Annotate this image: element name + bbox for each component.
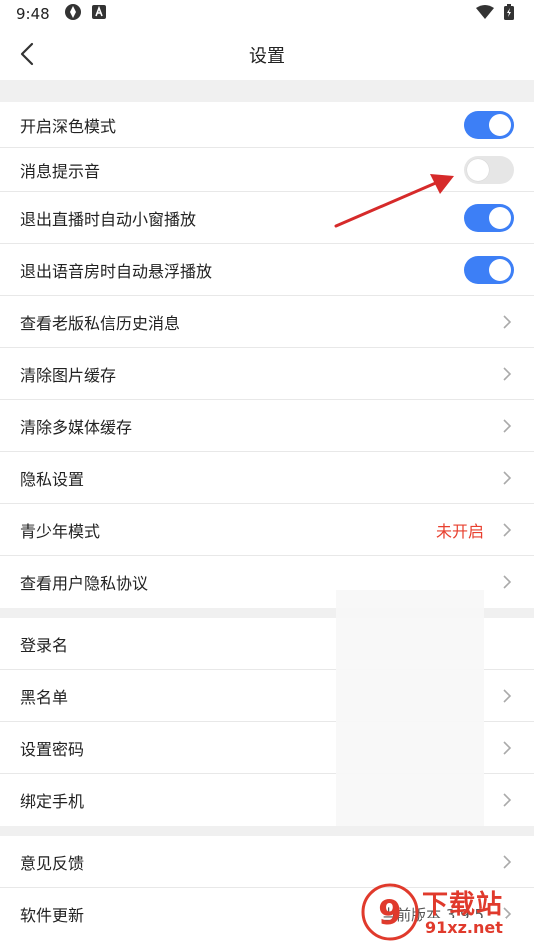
chevron-right-icon: [503, 419, 512, 433]
setting-row-privacy[interactable]: 隐私设置: [0, 452, 534, 504]
setting-label: 查看老版私信历史消息: [20, 314, 181, 333]
watermark-logo-icon: 9: [361, 883, 419, 941]
chevron-right-icon: [503, 741, 512, 755]
setting-row-voice-float[interactable]: 退出语音房时自动悬浮播放: [0, 244, 534, 296]
setting-row-old-messages[interactable]: 查看老版私信历史消息: [0, 296, 534, 348]
setting-label: 意见反馈: [20, 854, 85, 873]
status-bar: 9:48: [0, 0, 534, 28]
setting-row-feedback[interactable]: 意见反馈: [0, 836, 534, 888]
setting-row-clear-image-cache[interactable]: 清除图片缓存: [0, 348, 534, 400]
battery-icon: [504, 4, 514, 24]
setting-label: 软件更新: [20, 906, 85, 925]
setting-row-dark-mode[interactable]: 开启深色模式: [0, 102, 534, 148]
chevron-right-icon: [503, 689, 512, 703]
teen-mode-status: 未开启: [435, 522, 484, 541]
live-mini-window-toggle[interactable]: [464, 204, 514, 232]
chevron-right-icon: [503, 575, 512, 589]
setting-label: 开启深色模式: [20, 117, 117, 136]
watermark: 9 下载站 91xz.net: [360, 882, 530, 946]
nav-bar: 设置: [0, 28, 534, 80]
chevron-right-icon: [503, 855, 512, 869]
annotation-arrow-icon: [334, 174, 454, 228]
setting-label: 退出语音房时自动悬浮播放: [20, 262, 213, 281]
wifi-icon: [476, 5, 494, 23]
status-time: 9:48: [16, 5, 50, 23]
chevron-right-icon: [503, 367, 512, 381]
page-title: 设置: [249, 46, 285, 67]
setting-row-clear-media-cache[interactable]: 清除多媒体缓存: [0, 400, 534, 452]
a-notification-icon: [91, 5, 106, 23]
setting-label: 青少年模式: [20, 522, 101, 541]
watermark-brand: 下载站: [422, 890, 504, 920]
setting-label: 隐私设置: [20, 470, 85, 489]
app-notification-icon: [64, 3, 82, 25]
setting-row-teen-mode[interactable]: 青少年模式 未开启: [0, 504, 534, 556]
section-gap: [0, 80, 534, 102]
chevron-right-icon: [503, 523, 512, 537]
chevron-right-icon: [503, 315, 512, 329]
svg-text:9: 9: [378, 893, 402, 933]
message-sound-toggle[interactable]: [464, 156, 514, 184]
voice-float-toggle[interactable]: [464, 256, 514, 284]
setting-label: 清除多媒体缓存: [20, 418, 133, 437]
blurred-region: [336, 590, 484, 830]
setting-label: 清除图片缓存: [20, 366, 117, 385]
chevron-right-icon: [503, 471, 512, 485]
dark-mode-toggle[interactable]: [464, 111, 514, 139]
chevron-right-icon: [503, 793, 512, 807]
watermark-url: 91xz.net: [422, 918, 506, 937]
section-gap: [0, 826, 534, 836]
